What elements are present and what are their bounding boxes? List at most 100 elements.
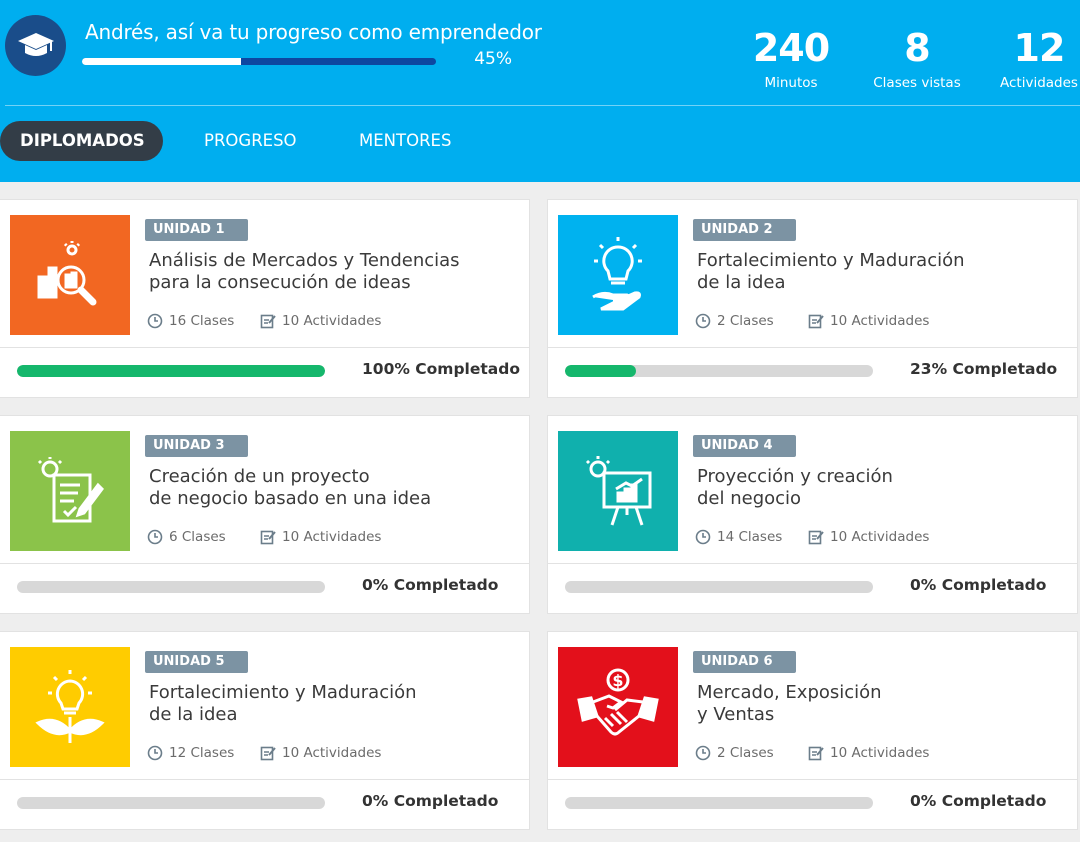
unit-classes: 12 Clases (147, 745, 234, 761)
card-divider (0, 779, 529, 780)
unit-badge: UNIDAD 6 (693, 651, 796, 673)
header-divider (5, 105, 1080, 106)
card-divider (0, 347, 529, 348)
clock-icon (147, 529, 163, 545)
progress-header: Andrés, así va tu progreso como emprende… (0, 0, 1080, 182)
unit-badge: UNIDAD 3 (145, 435, 248, 457)
activity-icon (808, 746, 824, 761)
unit-title[interactable]: Fortalecimiento y Maduración de la idea (149, 682, 509, 726)
unit-activities: 10 Actividades (808, 529, 929, 545)
idea-plant-icon (10, 647, 130, 767)
unit-activities: 10 Actividades (260, 313, 381, 329)
stat-label: Minutos (764, 75, 818, 91)
stat-minutes: 240 Minutos (745, 26, 837, 91)
overall-progress-bar (82, 58, 436, 65)
clock-icon (695, 745, 711, 761)
unit-classes: 6 Clases (147, 529, 226, 545)
svg-text:$: $ (612, 671, 623, 690)
unit-classes: 14 Clases (695, 529, 782, 545)
unit-progress-bar (17, 581, 325, 593)
unit-progress-bar (17, 365, 325, 377)
unit-classes: 16 Clases (147, 313, 234, 329)
tab-mentores[interactable]: MENTORES (359, 121, 451, 161)
handshake-dollar-icon: $ (558, 647, 678, 767)
unit-title[interactable]: Proyección y creación del negocio (697, 466, 1057, 510)
unit-badge: UNIDAD 2 (693, 219, 796, 241)
unit-title[interactable]: Creación de un proyecto de negocio basad… (149, 466, 509, 510)
unit-title[interactable]: Análisis de Mercados y Tendencias para l… (149, 250, 509, 294)
unit-badge: UNIDAD 1 (145, 219, 248, 241)
progress-greeting: Andrés, así va tu progreso como emprende… (85, 20, 542, 44)
activity-icon (808, 314, 824, 329)
market-analysis-icon (10, 215, 130, 335)
unit-progress-fill (17, 365, 325, 377)
overall-progress-percent: 45% (474, 49, 512, 69)
card-divider (0, 563, 529, 564)
unit-progress-bar (565, 581, 873, 593)
stat-label: Actividades (1000, 75, 1078, 91)
card-divider (548, 563, 1077, 564)
activity-icon (260, 530, 276, 545)
unit-activities-label: 10 Actividades (830, 313, 930, 329)
stat-activities: 12 Actividades (1000, 26, 1078, 91)
clock-icon (695, 529, 711, 545)
unit-activities-label: 10 Actividades (282, 313, 382, 329)
unit-progress-bar (17, 797, 325, 809)
unit-activities: 10 Actividades (808, 745, 929, 761)
presentation-board-icon (558, 431, 678, 551)
activity-icon (808, 530, 824, 545)
unit-classes-label: 2 Clases (717, 745, 774, 761)
clock-icon (147, 745, 163, 761)
unit-activities-label: 10 Actividades (830, 745, 930, 761)
stat-classes-viewed: 8 Clases vistas (867, 26, 967, 91)
unit-card[interactable]: UNIDAD 4 Proyección y creación del negoc… (547, 415, 1078, 614)
clock-icon (695, 313, 711, 329)
unit-progress-label: 100% Completado (362, 360, 520, 378)
idea-document-icon (10, 431, 130, 551)
unit-card[interactable]: UNIDAD 1 Análisis de Mercados y Tendenci… (0, 199, 530, 398)
unit-activities-label: 10 Actividades (282, 529, 382, 545)
unit-title[interactable]: Mercado, Exposición y Ventas (697, 682, 1057, 726)
card-divider (548, 347, 1077, 348)
unit-classes-label: 16 Clases (169, 313, 235, 329)
unit-progress-fill (565, 365, 636, 377)
unit-progress-label: 0% Completado (910, 792, 1047, 810)
graduation-cap-icon (5, 15, 66, 76)
unit-classes: 2 Clases (695, 745, 774, 761)
unit-card[interactable]: UNIDAD 5 Fortalecimiento y Maduración de… (0, 631, 530, 830)
idea-hand-icon (558, 215, 678, 335)
unit-classes-label: 6 Clases (169, 529, 226, 545)
unit-activities-label: 10 Actividades (830, 529, 930, 545)
overall-progress-fill (82, 58, 242, 65)
unit-classes-label: 2 Clases (717, 313, 774, 329)
tab-diplomados[interactable]: DIPLOMADOS (0, 121, 163, 161)
unit-activities-label: 10 Actividades (282, 745, 382, 761)
unit-progress-bar (565, 365, 873, 377)
stat-label: Clases vistas (873, 75, 961, 91)
stat-value: 12 (1013, 26, 1066, 70)
unit-classes: 2 Clases (695, 313, 774, 329)
unit-card[interactable]: UNIDAD 3 Creación de un proyecto de nego… (0, 415, 530, 614)
activity-icon (260, 746, 276, 761)
unit-badge: UNIDAD 4 (693, 435, 796, 457)
unit-classes-label: 12 Clases (169, 745, 235, 761)
unit-activities: 10 Actividades (808, 313, 929, 329)
activity-icon (260, 314, 276, 329)
stat-value: 8 (904, 26, 930, 70)
stat-value: 240 (752, 26, 830, 70)
tab-progreso[interactable]: PROGRESO (204, 121, 297, 161)
unit-progress-bar (565, 797, 873, 809)
clock-icon (147, 313, 163, 329)
unit-card[interactable]: $ UNIDAD 6 Mercado, Exposición y Ventas … (547, 631, 1078, 830)
unit-title[interactable]: Fortalecimiento y Maduración de la idea (697, 250, 1057, 294)
unit-classes-label: 14 Clases (717, 529, 783, 545)
unit-activities: 10 Actividades (260, 529, 381, 545)
unit-progress-label: 0% Completado (910, 576, 1047, 594)
unit-activities: 10 Actividades (260, 745, 381, 761)
unit-card[interactable]: UNIDAD 2 Fortalecimiento y Maduración de… (547, 199, 1078, 398)
unit-progress-label: 23% Completado (910, 360, 1058, 378)
card-divider (548, 779, 1077, 780)
unit-progress-label: 0% Completado (362, 792, 499, 810)
unit-progress-label: 0% Completado (362, 576, 499, 594)
unit-badge: UNIDAD 5 (145, 651, 248, 673)
